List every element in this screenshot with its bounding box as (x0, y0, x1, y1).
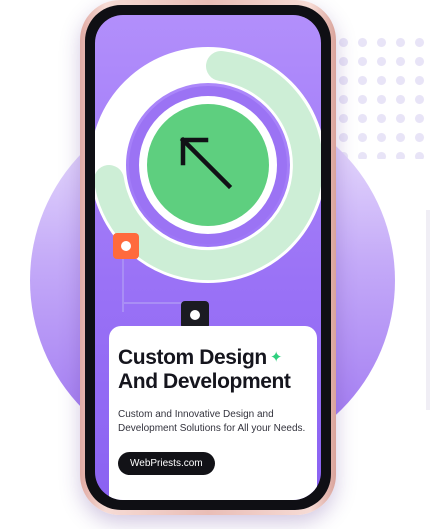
decorative-dot-grid (334, 33, 430, 159)
phone-bezel: Custom Design ✦ And Development Custom an… (85, 5, 331, 510)
card-title-line1: Custom Design (118, 346, 267, 369)
card-title: Custom Design ✦ And Development (118, 346, 308, 394)
sparkle-icon: ✦ (269, 349, 283, 366)
service-card: Custom Design ✦ And Development Custom an… (109, 326, 317, 500)
progress-ring-graphic (95, 47, 321, 283)
phone-mockup: Custom Design ✦ And Development Custom an… (80, 0, 336, 515)
dark-node-icon (181, 301, 209, 329)
decorative-edge-shape (426, 210, 430, 410)
card-description: Custom and Innovative Design and Develop… (118, 409, 306, 434)
website-link-button[interactable]: WebPriests.com (118, 452, 215, 475)
phone-screen: Custom Design ✦ And Development Custom an… (95, 15, 321, 500)
orange-node-icon (113, 233, 139, 259)
card-title-line2: And Development (118, 370, 291, 393)
